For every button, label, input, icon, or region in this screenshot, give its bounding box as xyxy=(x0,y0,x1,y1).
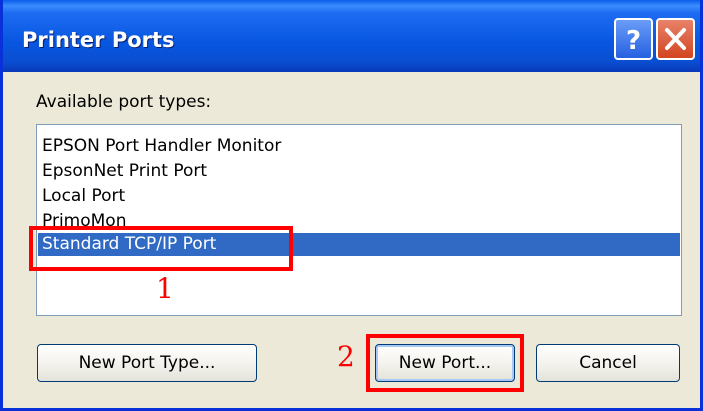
available-port-types-label: Available port types: xyxy=(36,92,212,112)
cancel-button[interactable]: Cancel xyxy=(536,344,680,382)
question-mark-icon: ? xyxy=(626,26,641,56)
annotation-step2-number: 2 xyxy=(337,340,355,373)
list-item-epsonnet-print-port[interactable]: EpsonNet Print Port xyxy=(38,160,680,183)
list-item-standard-tcpip-port[interactable]: Standard TCP/IP Port xyxy=(38,233,680,256)
close-button[interactable] xyxy=(656,18,695,60)
cancel-label: Cancel xyxy=(579,353,637,373)
new-port-type-label: New Port Type... xyxy=(78,353,216,373)
new-port-type-button[interactable]: New Port Type... xyxy=(37,344,257,382)
list-item-primomon[interactable]: PrimoMon xyxy=(38,210,680,233)
svg-text:?: ? xyxy=(626,26,641,56)
port-types-listbox[interactable]: EPSON Port Handler Monitor EpsonNet Prin… xyxy=(36,124,682,316)
new-port-label: New Port... xyxy=(398,353,492,373)
annotation-step1-number: 1 xyxy=(156,272,174,305)
close-x-icon xyxy=(665,28,686,50)
window-title: Printer Ports xyxy=(22,28,175,52)
list-item-local-port[interactable]: Local Port xyxy=(38,185,680,208)
new-port-button[interactable]: New Port... xyxy=(375,344,515,382)
title-bar[interactable]: Printer Ports ? xyxy=(3,0,700,72)
help-button[interactable]: ? xyxy=(614,18,653,60)
list-item-epson-port-handler-monitor[interactable]: EPSON Port Handler Monitor xyxy=(38,135,680,158)
printer-ports-dialog: Printer Ports ? Available port types: EP… xyxy=(0,0,703,411)
